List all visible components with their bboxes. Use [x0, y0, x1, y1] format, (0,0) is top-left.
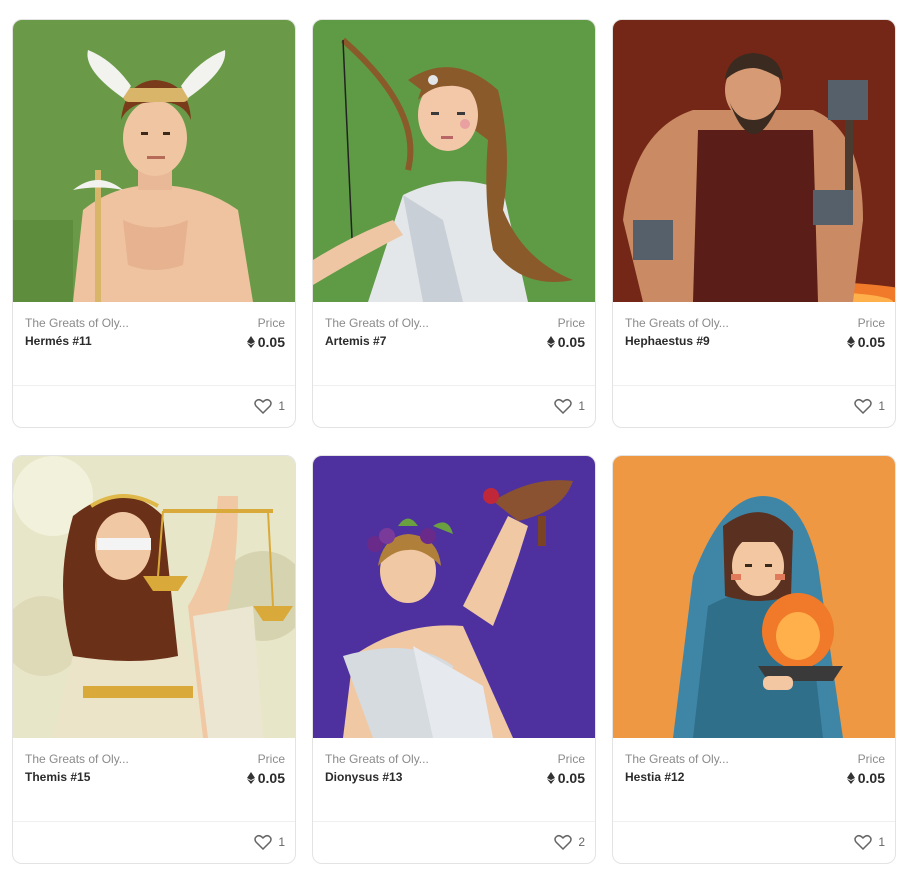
- card-footer: 2: [313, 821, 595, 863]
- price-amount: 0.05: [857, 334, 885, 350]
- dionysus-artwork[interactable]: [313, 456, 595, 738]
- card-footer: 1: [13, 385, 295, 427]
- price-amount: 0.05: [857, 770, 885, 786]
- nft-name[interactable]: Artemis #7: [325, 334, 386, 348]
- hephaestus-artwork[interactable]: [613, 20, 895, 302]
- price-label: Price: [857, 752, 885, 766]
- price-amount: 0.05: [257, 770, 285, 786]
- nft-card-artemis[interactable]: The Greats of Oly... Price Artemis #7 0.…: [312, 19, 596, 428]
- nft-name[interactable]: Hestia #12: [625, 770, 684, 784]
- eth-icon: [546, 336, 555, 348]
- like-button[interactable]: 1: [554, 398, 585, 414]
- nft-card-hermes[interactable]: The Greats of Oly... Price Hermés #11 0.…: [12, 19, 296, 428]
- nft-name[interactable]: Hephaestus #9: [625, 334, 710, 348]
- price-value: 0.05: [846, 334, 885, 350]
- collection-name[interactable]: The Greats of Oly...: [325, 316, 429, 330]
- hermes-artwork[interactable]: [13, 20, 295, 302]
- eth-icon: [246, 336, 255, 348]
- like-count: 1: [278, 399, 285, 413]
- price-value: 0.05: [246, 770, 285, 786]
- nft-grid: The Greats of Oly... Price Hermés #11 0.…: [12, 19, 896, 864]
- price-value: 0.05: [546, 770, 585, 786]
- nft-name[interactable]: Themis #15: [25, 770, 90, 784]
- price-amount: 0.05: [257, 334, 285, 350]
- like-count: 1: [878, 399, 885, 413]
- card-footer: 1: [613, 385, 895, 427]
- eth-icon: [546, 772, 555, 784]
- heart-icon[interactable]: [254, 834, 273, 850]
- collection-name[interactable]: The Greats of Oly...: [625, 752, 729, 766]
- price-label: Price: [257, 316, 285, 330]
- collection-name[interactable]: The Greats of Oly...: [25, 316, 129, 330]
- hestia-artwork[interactable]: [613, 456, 895, 738]
- heart-icon[interactable]: [854, 398, 873, 414]
- artemis-artwork[interactable]: [313, 20, 595, 302]
- nft-card-themis[interactable]: The Greats of Oly... Price Themis #15 0.…: [12, 455, 296, 864]
- price-label: Price: [257, 752, 285, 766]
- price-value: 0.05: [246, 334, 285, 350]
- like-button[interactable]: 1: [854, 398, 885, 414]
- price-label: Price: [557, 316, 585, 330]
- card-footer: 1: [313, 385, 595, 427]
- eth-icon: [246, 772, 255, 784]
- heart-icon[interactable]: [854, 834, 873, 850]
- collection-name[interactable]: The Greats of Oly...: [25, 752, 129, 766]
- nft-card-hestia[interactable]: The Greats of Oly... Price Hestia #12 0.…: [612, 455, 896, 864]
- like-button[interactable]: 1: [254, 834, 285, 850]
- price-label: Price: [557, 752, 585, 766]
- price-label: Price: [857, 316, 885, 330]
- nft-name[interactable]: Dionysus #13: [325, 770, 402, 784]
- eth-icon: [846, 336, 855, 348]
- collection-name[interactable]: The Greats of Oly...: [325, 752, 429, 766]
- like-count: 1: [878, 835, 885, 849]
- price-amount: 0.05: [557, 770, 585, 786]
- nft-name[interactable]: Hermés #11: [25, 334, 92, 348]
- heart-icon[interactable]: [254, 398, 273, 414]
- card-footer: 1: [13, 821, 295, 863]
- like-button[interactable]: 2: [554, 834, 585, 850]
- price-value: 0.05: [846, 770, 885, 786]
- collection-name[interactable]: The Greats of Oly...: [625, 316, 729, 330]
- like-count: 2: [578, 835, 585, 849]
- eth-icon: [846, 772, 855, 784]
- like-button[interactable]: 1: [854, 834, 885, 850]
- heart-icon[interactable]: [554, 398, 573, 414]
- nft-card-hephaestus[interactable]: The Greats of Oly... Price Hephaestus #9…: [612, 19, 896, 428]
- price-value: 0.05: [546, 334, 585, 350]
- card-footer: 1: [613, 821, 895, 863]
- price-amount: 0.05: [557, 334, 585, 350]
- themis-artwork[interactable]: [13, 456, 295, 738]
- like-count: 1: [578, 399, 585, 413]
- like-button[interactable]: 1: [254, 398, 285, 414]
- nft-card-dionysus[interactable]: The Greats of Oly... Price Dionysus #13 …: [312, 455, 596, 864]
- heart-icon[interactable]: [554, 834, 573, 850]
- like-count: 1: [278, 835, 285, 849]
